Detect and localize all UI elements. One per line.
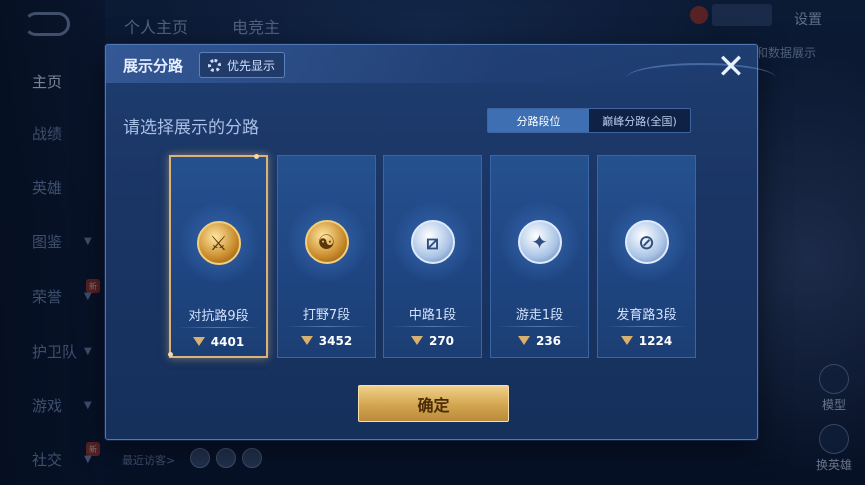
tab-lane-rank[interactable]: 分路段位 — [488, 109, 589, 132]
card-label: 对抗路9段 — [188, 309, 249, 324]
divider — [177, 327, 260, 328]
divider — [497, 326, 582, 327]
lane-card-farm[interactable]: ⊘ 发育路3段 1224 — [597, 155, 696, 358]
score-icon — [192, 337, 205, 347]
emblem-glow: ☯ — [286, 202, 367, 282]
card-label: 中路1段 — [408, 308, 457, 323]
jungle-emblem-icon: ☯ — [304, 220, 349, 264]
priority-display-button[interactable]: 优先显示 — [199, 52, 286, 78]
roam-emblem-icon: ✦ — [517, 220, 562, 264]
divider — [604, 326, 689, 327]
segment-control: 分路段位 巅峰分路(全国) — [487, 108, 691, 133]
emblem-glow: ⧄ — [392, 202, 473, 282]
divider — [390, 326, 475, 327]
card-score: 270 — [384, 334, 481, 348]
close-icon[interactable]: ✕ — [712, 50, 750, 88]
emblem-glow: ✦ — [499, 202, 580, 282]
confirm-button[interactable]: 确定 — [358, 385, 509, 422]
card-label: 打野7段 — [302, 308, 351, 323]
card-score: 236 — [491, 334, 588, 348]
emblem-glow: ⚔ — [178, 203, 259, 283]
lane-card-mid[interactable]: ⧄ 中路1段 270 — [383, 155, 482, 358]
lane-card-roam[interactable]: ✦ 游走1段 236 — [490, 155, 589, 358]
divider — [284, 326, 369, 327]
dialog-subtitle: 请选择展示的分路 — [123, 118, 259, 138]
priority-display-label: 优先显示 — [227, 58, 276, 73]
gear-icon — [208, 58, 221, 72]
corner-sparkle-icon — [254, 154, 259, 159]
card-score: 3452 — [278, 334, 375, 348]
lane-card-jungle[interactable]: ☯ 打野7段 3452 — [277, 155, 376, 358]
score-icon — [620, 336, 633, 346]
dialog-title: 展示分路 — [123, 57, 184, 75]
score-icon — [410, 336, 423, 346]
lane-card-top[interactable]: ⚔ 对抗路9段 4401 — [168, 154, 268, 358]
decorative-swirl — [626, 63, 776, 93]
farm-lane-emblem-icon: ⊘ — [624, 220, 669, 264]
card-score: 4401 — [171, 335, 266, 349]
mid-lane-emblem-icon: ⧄ — [410, 220, 455, 264]
card-score: 1224 — [598, 334, 695, 348]
top-lane-emblem-icon: ⚔ — [196, 221, 241, 265]
score-icon — [517, 336, 530, 346]
lane-display-dialog: 展示分路 优先显示 ✕ 请选择展示的分路 分路段位 巅峰分路(全国) ⚔ 对抗路… — [105, 44, 776, 440]
score-icon — [300, 336, 313, 346]
corner-sparkle-icon — [168, 352, 173, 357]
emblem-glow: ⊘ — [606, 202, 687, 282]
tab-peak-lane-national[interactable]: 巅峰分路(全国) — [589, 109, 690, 132]
card-label: 游走1段 — [515, 308, 564, 323]
card-label: 发育路3段 — [616, 308, 677, 323]
